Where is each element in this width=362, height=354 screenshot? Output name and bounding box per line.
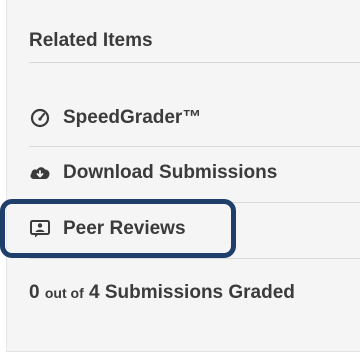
speedgrader-label: SpeedGrader™: [63, 107, 202, 128]
divider: [29, 62, 360, 63]
graded-out-of: out of: [44, 285, 84, 301]
download-submissions-label: Download Submissions: [63, 162, 278, 183]
related-items-panel: Related Items SpeedGrader™ Download Subm…: [6, 0, 360, 352]
download-submissions-link[interactable]: Download Submissions: [29, 158, 277, 188]
divider: [29, 146, 360, 147]
graded-count: 0: [29, 282, 40, 303]
submissions-graded-status: 0 out of 4 Submissions Graded: [29, 282, 295, 304]
divider: [29, 258, 360, 259]
graded-total: 4 Submissions Graded: [89, 282, 295, 303]
divider: [29, 202, 360, 203]
peer-reviews-label: Peer Reviews: [63, 218, 186, 239]
peer-review-icon: [29, 218, 51, 240]
speedgrader-gauge-icon: [29, 107, 51, 129]
related-items-header: Related Items: [29, 30, 153, 51]
cloud-download-icon: [29, 162, 51, 184]
peer-reviews-link[interactable]: Peer Reviews: [29, 214, 186, 244]
speedgrader-link[interactable]: SpeedGrader™: [29, 103, 201, 133]
